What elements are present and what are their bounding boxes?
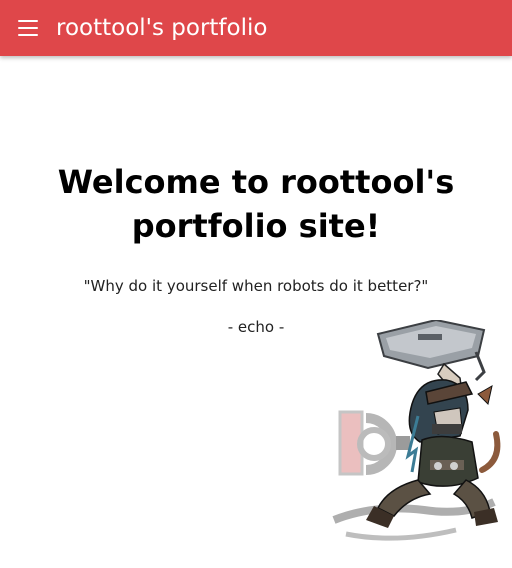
drone-board <box>376 320 486 382</box>
welcome-heading: Welcome to roottool's portfolio site! <box>0 160 512 248</box>
menu-icon[interactable] <box>18 20 38 36</box>
app-bar: roottool's portfolio <box>0 0 512 56</box>
quote-text: "Why do it yourself when robots do it be… <box>83 277 429 295</box>
app-title: roottool's portfolio <box>56 15 268 41</box>
main-content: Welcome to roottool's portfolio site! "W… <box>0 56 512 541</box>
welcome-heading-line2: portfolio site! <box>131 207 381 245</box>
welcome-heading-line1: Welcome to roottool's <box>57 163 455 201</box>
echo-mascot-illustration <box>332 320 501 541</box>
